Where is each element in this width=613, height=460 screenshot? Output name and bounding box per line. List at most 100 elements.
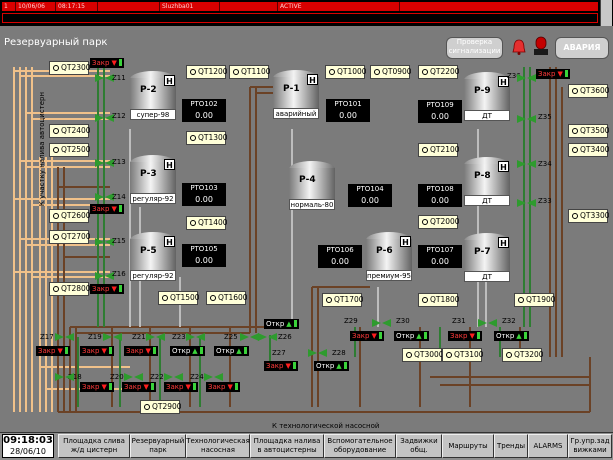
valve-icon[interactable] — [124, 373, 144, 382]
nav-aux-equipment[interactable]: Вспомогательное оборудование — [324, 434, 396, 458]
valve-status-open[interactable]: Откр ▲ — [264, 319, 299, 329]
qt-sensor-tag[interactable]: QT1500 — [158, 291, 200, 305]
tank-name: Р-3 — [140, 169, 157, 179]
qt-sensor-tag[interactable]: QT3200 — [502, 348, 544, 362]
valve-status-closed[interactable]: Закр ▼ — [536, 69, 570, 79]
qt-sensor-tag[interactable]: QT3400 — [568, 143, 610, 157]
valve-tag: Z17 — [40, 333, 54, 341]
alarm-button[interactable]: АВАРИЯ — [555, 37, 609, 59]
nav-pump-station[interactable]: Технологическая насосная — [186, 434, 250, 458]
rto-display[interactable]: РТО107 0.00 — [418, 245, 462, 268]
qt-sensor-tag[interactable]: QT2700 — [49, 230, 91, 244]
valve-status-closed[interactable]: Закр ▼ — [80, 346, 114, 356]
alarm-scrollbar[interactable] — [600, 0, 612, 26]
valve-icon[interactable] — [517, 199, 537, 208]
qt-sensor-tag[interactable]: QT2500 — [49, 143, 91, 157]
qt-sensor-tag[interactable]: QT1200 — [186, 65, 228, 79]
qt-sensor-tag[interactable]: QT1100 — [229, 65, 271, 79]
qt-sensor-tag[interactable]: QT3600 — [568, 84, 610, 98]
qt-sensor-tag[interactable]: QT2900 — [140, 400, 182, 414]
qt-sensor-tag[interactable]: QT0900 — [370, 65, 412, 79]
valve-status-closed[interactable]: Закр ▼ — [448, 331, 482, 341]
rto-display[interactable]: РТО109 0.00 — [418, 100, 462, 123]
valve-status-closed[interactable]: Закр ▼ — [206, 382, 240, 392]
valve-icon[interactable] — [55, 333, 75, 342]
valve-icon[interactable] — [517, 115, 537, 124]
tank-name: Р-2 — [140, 85, 157, 95]
nav-alarms[interactable]: ALARMS — [528, 434, 568, 458]
qt-sensor-tag[interactable]: QT2200 — [418, 65, 460, 79]
valve-icon[interactable] — [258, 333, 278, 342]
rto-display[interactable]: РТО102 0.00 — [182, 99, 226, 122]
valve-icon[interactable] — [146, 333, 166, 342]
valve-icon[interactable] — [372, 319, 392, 328]
qt-sensor-tag[interactable]: QT1900 — [514, 293, 556, 307]
valve-icon[interactable] — [478, 319, 498, 328]
valve-tag: Z29 — [344, 317, 358, 325]
tank-r4[interactable]: Р-4 нормаль-80 — [289, 161, 335, 211]
qt-sensor-label: QT1000 — [337, 67, 367, 76]
valve-status-closed[interactable]: Закр ▼ — [80, 382, 114, 392]
qt-sensor-tag[interactable]: QT2400 — [49, 124, 91, 138]
alarm-row[interactable]: 1 10/06/06 08:17:15 Sluzhba01 ACTIVE — [2, 2, 598, 11]
qt-sensor-tag[interactable]: QT3300 — [568, 209, 610, 223]
valve-icon[interactable] — [55, 373, 75, 382]
rto-display[interactable]: РТО108 0.00 — [418, 184, 462, 207]
status-text: Закр — [82, 383, 100, 391]
valve-status-closed[interactable]: Закр ▼ — [124, 346, 158, 356]
rto-value: 0.00 — [431, 257, 449, 266]
bell-icon[interactable] — [512, 39, 526, 55]
nav-rail-unloading[interactable]: Площадка слива ж/д цистерн — [58, 434, 130, 458]
qt-sensor-tag[interactable]: QT2600 — [49, 209, 91, 223]
qt-sensor-tag[interactable]: QT2300 — [49, 61, 91, 75]
valve-indicator — [108, 347, 112, 354]
valve-icon[interactable] — [517, 74, 537, 83]
valve-icon[interactable] — [204, 373, 224, 382]
valve-icon[interactable] — [308, 349, 328, 358]
rto-display[interactable]: РТО101 0.00 — [326, 99, 370, 122]
valve-icon[interactable] — [240, 333, 260, 342]
valve-icon[interactable] — [103, 333, 123, 342]
rto-display[interactable]: РТО103 0.00 — [182, 183, 226, 206]
qt-sensor-tag[interactable]: QT2000 — [418, 215, 460, 229]
qt-sensor-tag[interactable]: QT3100 — [442, 348, 484, 362]
check-alarm-button[interactable]: Проверка сигнализации — [446, 37, 503, 59]
qt-sensor-tag[interactable]: QT1300 — [186, 131, 228, 145]
valve-status-closed[interactable]: Закр ▼ — [90, 284, 124, 294]
rto-display[interactable]: РТО106 0.00 — [318, 245, 362, 268]
qt-sensor-tag[interactable]: QT1400 — [186, 216, 228, 230]
nav-trends[interactable]: Тренды — [494, 434, 528, 458]
rto-display[interactable]: РТО105 0.00 — [182, 244, 226, 267]
rto-display[interactable]: РТО104 0.00 — [348, 184, 392, 207]
nav-group-valve-control[interactable]: Гр.упр.зад вижками — [568, 434, 612, 458]
alarm-row-empty[interactable] — [2, 13, 598, 23]
qt-sensor-tag[interactable]: QT3500 — [568, 124, 610, 138]
qt-sensor-tag[interactable]: QT1700 — [322, 293, 364, 307]
valve-status-open[interactable]: Откр ▲ — [494, 331, 529, 341]
qt-sensor-tag[interactable]: QT2800 — [49, 282, 91, 296]
nav-truck-loading[interactable]: Площадка налива в автоцистерны — [250, 434, 324, 458]
alarm-cell-message — [400, 2, 598, 11]
valve-status-open[interactable]: Откр ▲ — [170, 346, 205, 356]
valve-icon[interactable] — [186, 333, 206, 342]
valve-status-open[interactable]: Откр ▲ — [394, 331, 429, 341]
valve-status-closed[interactable]: Закр ▼ — [122, 382, 156, 392]
qt-sensor-tag[interactable]: QT1000 — [325, 65, 367, 79]
qt-sensor-tag[interactable]: QT2100 — [418, 143, 460, 157]
valve-status-closed[interactable]: Закр ▼ — [36, 346, 70, 356]
valve-status-closed[interactable]: Закр ▼ — [350, 331, 384, 341]
qt-sensor-tag[interactable]: QT1800 — [418, 293, 460, 307]
qt-sensor-tag[interactable]: QT3000 — [402, 348, 444, 362]
qt-sensor-tag[interactable]: QT1600 — [206, 291, 248, 305]
valve-status-closed[interactable]: Закр ▼ — [90, 58, 124, 68]
valve-status-open[interactable]: Откр ▲ — [214, 346, 249, 356]
valve-status-closed[interactable]: Закр ▼ — [90, 204, 124, 214]
nav-valves-general[interactable]: Задвижки общ. — [396, 434, 442, 458]
nav-tank-farm[interactable]: Резервуарный парк — [130, 434, 186, 458]
valve-icon[interactable] — [517, 160, 537, 169]
valve-status-open[interactable]: Откр ▲ — [314, 361, 349, 371]
valve-status-closed[interactable]: Закр ▼ — [264, 361, 298, 371]
valve-status-closed[interactable]: Закр ▼ — [164, 382, 198, 392]
valve-icon[interactable] — [164, 373, 184, 382]
nav-routes[interactable]: Маршруты — [442, 434, 494, 458]
